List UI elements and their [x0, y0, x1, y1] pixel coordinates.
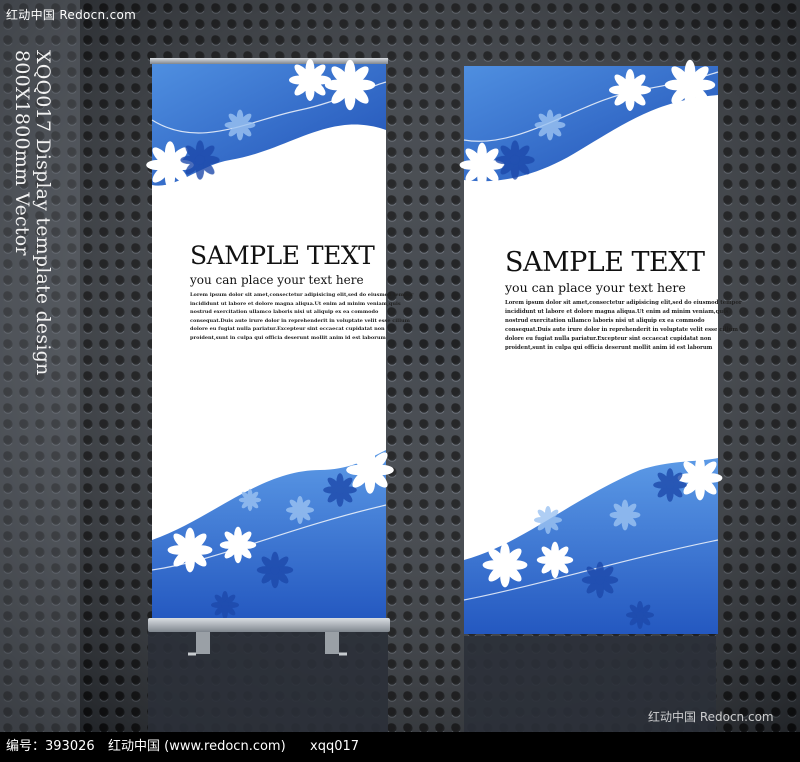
banner-right-text: SAMPLE TEXT you can place your text here…	[505, 247, 742, 354]
footer-site-link[interactable]: 红动中国 (www.redocn.com)	[108, 732, 286, 762]
footer-bar: 编号：393026 红动中国 (www.redocn.com) xqq017	[0, 732, 800, 762]
body-line: proident,sunt in culpa qui officia deser…	[505, 345, 713, 352]
body-line: proident,sunt in culpa qui officia deser…	[190, 334, 386, 341]
body-line: consequat.Duis aute irure dolor in repre…	[190, 317, 410, 324]
vertical-title-line1: XQQ017 Display template design	[32, 50, 54, 376]
display-stand-preview: 红动中国 Redocn.com XQQ017 Display template …	[0, 0, 800, 762]
banner-left-body: Lorem ipsum dolor sit amet,consectetur a…	[190, 291, 414, 343]
body-line: Lorem ipsum dolor sit amet,consectetur a…	[190, 292, 414, 298]
display-banner-right	[459, 59, 723, 732]
body-line: incididunt ut labore et dolore magna ali…	[505, 309, 729, 316]
banner-left-text: SAMPLE TEXT you can place your text here…	[190, 241, 414, 343]
footer-id: 编号：393026	[6, 739, 95, 754]
banner-right-heading: SAMPLE TEXT	[505, 247, 705, 278]
body-line: dolore eu fugiat nulla pariatur.Excepteu…	[505, 336, 712, 343]
body-line: nostrud exercitation ullamco laboris nis…	[505, 318, 705, 325]
body-line: nostrud exercitation ullamco laboris nis…	[190, 309, 379, 316]
roll-up-banner-left	[146, 58, 394, 732]
banner-right-subheading: you can place your text here	[505, 280, 686, 295]
body-line: Lorem ipsum dolor sit amet,consectetur a…	[505, 300, 742, 306]
footer-code: xqq017	[310, 739, 360, 754]
banner-left-heading: SAMPLE TEXT	[190, 241, 375, 270]
body-line: incididunt ut labore et dolore magna ali…	[190, 300, 401, 307]
perforated-metal-background	[0, 0, 800, 732]
banner-right-body: Lorem ipsum dolor sit amet,consectetur a…	[505, 299, 742, 354]
banner-left-subheading: you can place your text here	[190, 273, 364, 287]
watermark-bottom: 红动中国 Redocn.com	[648, 710, 774, 724]
body-line: dolore eu fugiat nulla pariatur.Excepteu…	[190, 326, 385, 333]
vertical-title-line2: 800X1800mm Vector	[11, 50, 33, 256]
body-line: consequat.Duis aute irure dolor in repre…	[505, 327, 738, 334]
watermark-top: 红动中国 Redocn.com	[6, 8, 137, 22]
